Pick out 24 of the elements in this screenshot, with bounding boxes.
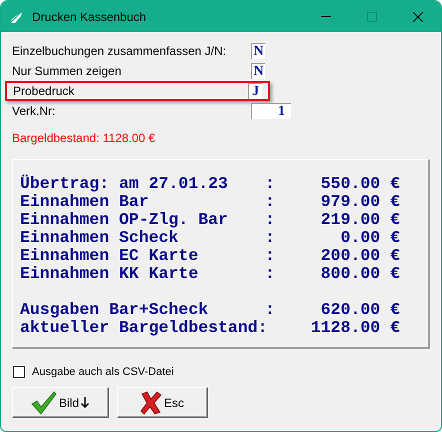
- csv-checkbox[interactable]: [13, 366, 25, 378]
- cash-balance: Bargeldbestand: 1128.00 €: [12, 131, 156, 145]
- field-label: Verk.Nr:: [12, 103, 56, 120]
- input-field[interactable]: 1: [251, 103, 291, 119]
- app-icon: [10, 10, 22, 22]
- colon-separator: :: [265, 298, 275, 321]
- report-label: Übertrag: am 27.01.23: [20, 172, 229, 194]
- window-title: Drucken Kassenbuch: [32, 8, 146, 26]
- input-field[interactable]: N: [251, 63, 265, 79]
- close-icon[interactable]: [413, 12, 423, 22]
- checkmark-icon: [31, 390, 57, 414]
- escape-button[interactable]: Esc: [117, 387, 208, 418]
- report-label: Ausgaben Bar+Scheck: [20, 298, 210, 320]
- input-field[interactable]: N: [251, 43, 265, 59]
- picture-button[interactable]: Bild: [12, 387, 109, 418]
- maximize-icon: [367, 12, 377, 22]
- csv-option-label: Ausgabe auch als CSV-Datei: [32, 364, 174, 380]
- report-label: aktueller Bargeldbestand:: [20, 318, 265, 339]
- field-label: Probedruck: [13, 83, 76, 100]
- field-label: Nur Summen zeigen: [12, 63, 122, 80]
- input-field[interactable]: J: [248, 83, 262, 99]
- down-arrow-icon: [81, 397, 90, 408]
- field-label: Einzelbuchungen zusammenfassen J/N:: [12, 43, 228, 60]
- cross-icon: [140, 390, 162, 414]
